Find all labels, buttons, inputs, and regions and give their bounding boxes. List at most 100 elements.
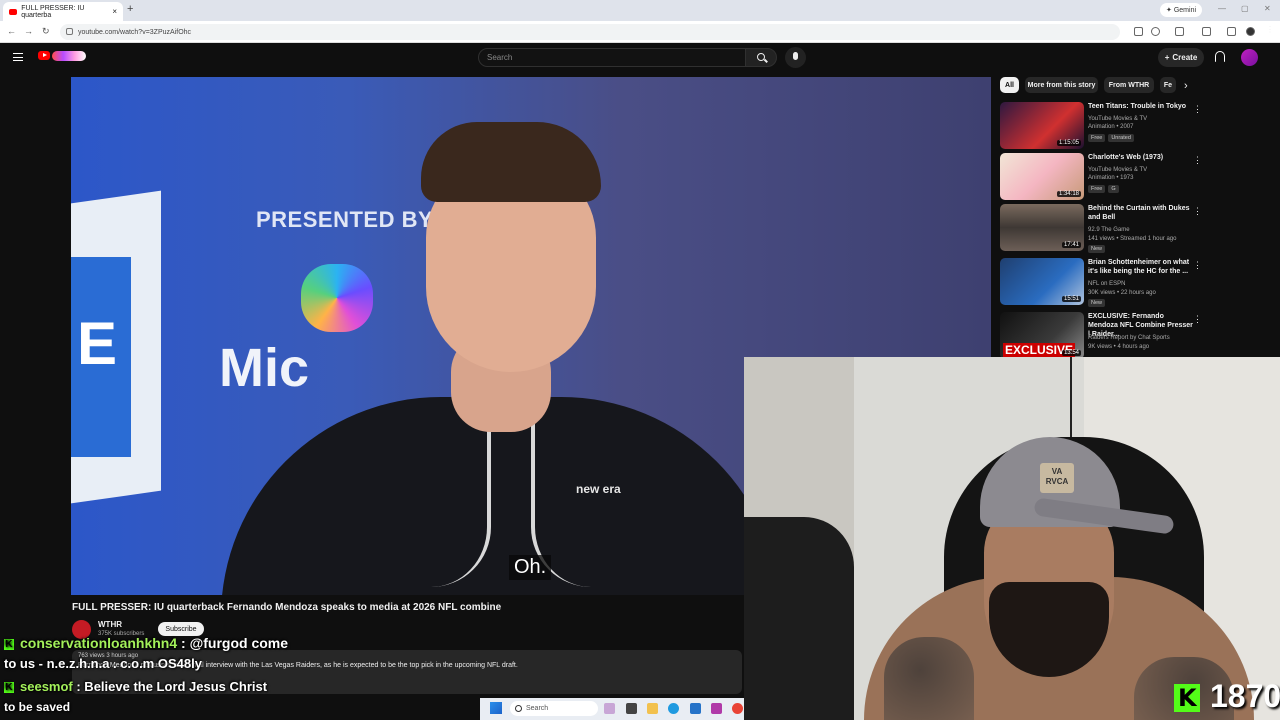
chat-text: : @furgod come [177,635,289,651]
chip-from-wthr[interactable]: From WTHR [1104,77,1154,93]
search-icon [757,53,765,61]
recommendation-item[interactable]: 15:51 Brian Schottenheimer on what it's … [1000,258,1205,307]
hamburger-menu-icon[interactable] [13,53,23,61]
bookmark-star-icon[interactable] [1151,27,1160,36]
maximize-button[interactable]: ▢ [1241,4,1249,13]
chip-all[interactable]: All [1000,77,1019,93]
video-duration: 15:51 [1061,296,1081,302]
video-duration: 1:15:05 [1056,140,1081,146]
video-thumbnail[interactable]: EXCLUSIVE 13:54 [1000,312,1084,359]
rec-title[interactable]: Behind the Curtain with Dukes and Bell [1088,204,1193,222]
recommendation-item[interactable]: EXCLUSIVE 13:54 EXCLUSIVE: Fernando Mend… [1000,312,1205,360]
browser-menu-icon[interactable]: ⋮ [1266,25,1275,34]
minimize-button[interactable]: — [1218,4,1226,13]
notifications-bell-icon[interactable] [1215,51,1225,62]
taskbar-search-label: Search [526,705,549,712]
video-thumbnail[interactable]: 15:51 [1000,258,1084,305]
chat-message: Kseesmof : Believe the Lord Jesus Christ [4,679,267,694]
rec-title[interactable]: Brian Schottenheimer on what it's like b… [1088,258,1193,276]
chat-username: seesmof [20,679,73,694]
search-input[interactable]: Search [478,48,746,67]
video-caption: Oh. [509,555,552,580]
recommendation-item[interactable]: 1:34:18 Charlotte's Web (1973) YouTube M… [1000,153,1205,201]
url-field[interactable]: youtube.com/watch?v=3ZPuzAifOhc [60,24,1120,40]
chrome-icon[interactable] [732,703,743,714]
search-placeholder: Search [487,53,513,62]
profile-icon[interactable] [1246,27,1255,36]
voice-search-mic-icon[interactable] [785,47,806,68]
subscribe-button[interactable]: Subscribe [158,622,204,636]
youtube-header: Search + Create [0,43,1280,73]
gemini-button[interactable]: ✦ Gemini [1160,3,1202,17]
browser-tab[interactable]: FULL PRESSER: IU quarterba × [3,2,123,21]
presented-by-text: PRESENTED BY [256,207,434,232]
recommendation-item[interactable]: 17:41 Behind the Curtain with Dukes and … [1000,204,1205,253]
side-panel-icon[interactable] [1202,27,1211,36]
video-duration: 17:41 [1061,242,1081,248]
task-view-icon[interactable] [626,703,637,714]
rec-badges: New [1088,299,1106,307]
extensions-icon[interactable] [1175,27,1184,36]
more-actions-icon[interactable]: ⋮ [1193,104,1202,115]
search-button[interactable] [745,48,777,67]
taskbar-search[interactable]: Search [510,701,598,716]
windows-start-icon[interactable] [490,702,502,714]
rec-badges: New [1088,245,1106,253]
more-actions-icon[interactable]: ⋮ [1193,155,1202,166]
more-actions-icon[interactable]: ⋮ [1193,206,1202,217]
kick-logo-icon [1174,684,1200,712]
edge-icon[interactable] [668,703,679,714]
chat-message: Kconservationloanhkhn4 : @furgod come [4,635,288,651]
recommendation-item[interactable]: 1:15:05 Teen Titans: Trouble in Tokyo Yo… [1000,102,1205,150]
more-actions-icon[interactable]: ⋮ [1193,314,1202,325]
newera-logo: new era [576,482,621,496]
account-avatar[interactable] [1241,49,1258,66]
badge-rating: Unrated [1108,134,1134,142]
downloads-icon[interactable] [1227,27,1236,36]
chip-more-from-story[interactable]: More from this story [1025,77,1098,93]
back-button[interactable]: ← [7,26,16,36]
app-icon[interactable] [711,703,722,714]
more-actions-icon[interactable]: ⋮ [1193,260,1202,271]
rec-meta: 141 views • Streamed 1 hour ago [1088,236,1177,242]
youtube-doodle-icon[interactable] [52,51,86,61]
rec-channel[interactable]: NFL on ESPN [1088,281,1125,287]
rec-meta: 9K views • 4 hours ago [1088,344,1150,350]
video-thumbnail[interactable]: 1:34:18 [1000,153,1084,200]
new-tab-button[interactable]: + [127,3,133,15]
speaker-hair [421,122,601,202]
rec-channel[interactable]: YouTube Movies & TV [1088,116,1147,122]
windows-taskbar: Search [480,698,744,720]
screen: FULL PRESSER: IU quarterba × + ✦ Gemini … [0,0,1280,720]
file-explorer-icon[interactable] [647,703,658,714]
rec-meta: 30K views • 22 hours ago [1088,290,1156,296]
rec-channel[interactable]: Raiders Report by Chat Sports [1088,335,1170,341]
create-button[interactable]: + Create [1158,48,1204,67]
copilot-logo-icon [301,264,373,332]
chips-next-chevron-icon[interactable]: › [1184,80,1188,92]
rec-meta: Animation • 2007 [1088,124,1134,130]
rec-title[interactable]: Teen Titans: Trouble in Tokyo [1088,102,1193,111]
widgets-icon[interactable] [604,703,615,714]
rec-title[interactable]: Charlotte's Web (1973) [1088,153,1193,162]
rec-channel[interactable]: YouTube Movies & TV [1088,167,1147,173]
video-thumbnail[interactable]: 17:41 [1000,204,1084,251]
tab-close-icon[interactable]: × [112,7,117,16]
channel-name[interactable]: WTHR [98,620,122,629]
close-window-button[interactable]: ✕ [1264,4,1271,13]
store-icon[interactable] [690,703,701,714]
video-thumbnail[interactable]: 1:15:05 [1000,102,1084,149]
rec-meta: Animation • 1973 [1088,175,1134,181]
webcam-couch [744,517,854,720]
chat-username: conservationloanhkhn4 [20,635,178,651]
forward-button[interactable]: → [24,26,33,36]
youtube-logo-icon[interactable] [38,51,50,60]
kick-badge-icon: K [4,682,14,693]
reload-button[interactable]: ↻ [42,26,50,37]
install-app-icon[interactable] [1134,27,1143,36]
chip-partial[interactable]: Fe [1160,77,1176,93]
url-text: youtube.com/watch?v=3ZPuzAifOhc [78,28,192,36]
rec-channel[interactable]: 92.9 The Game [1088,227,1130,233]
site-info-icon[interactable] [66,28,73,35]
viewer-count: 1870 [1210,678,1280,714]
